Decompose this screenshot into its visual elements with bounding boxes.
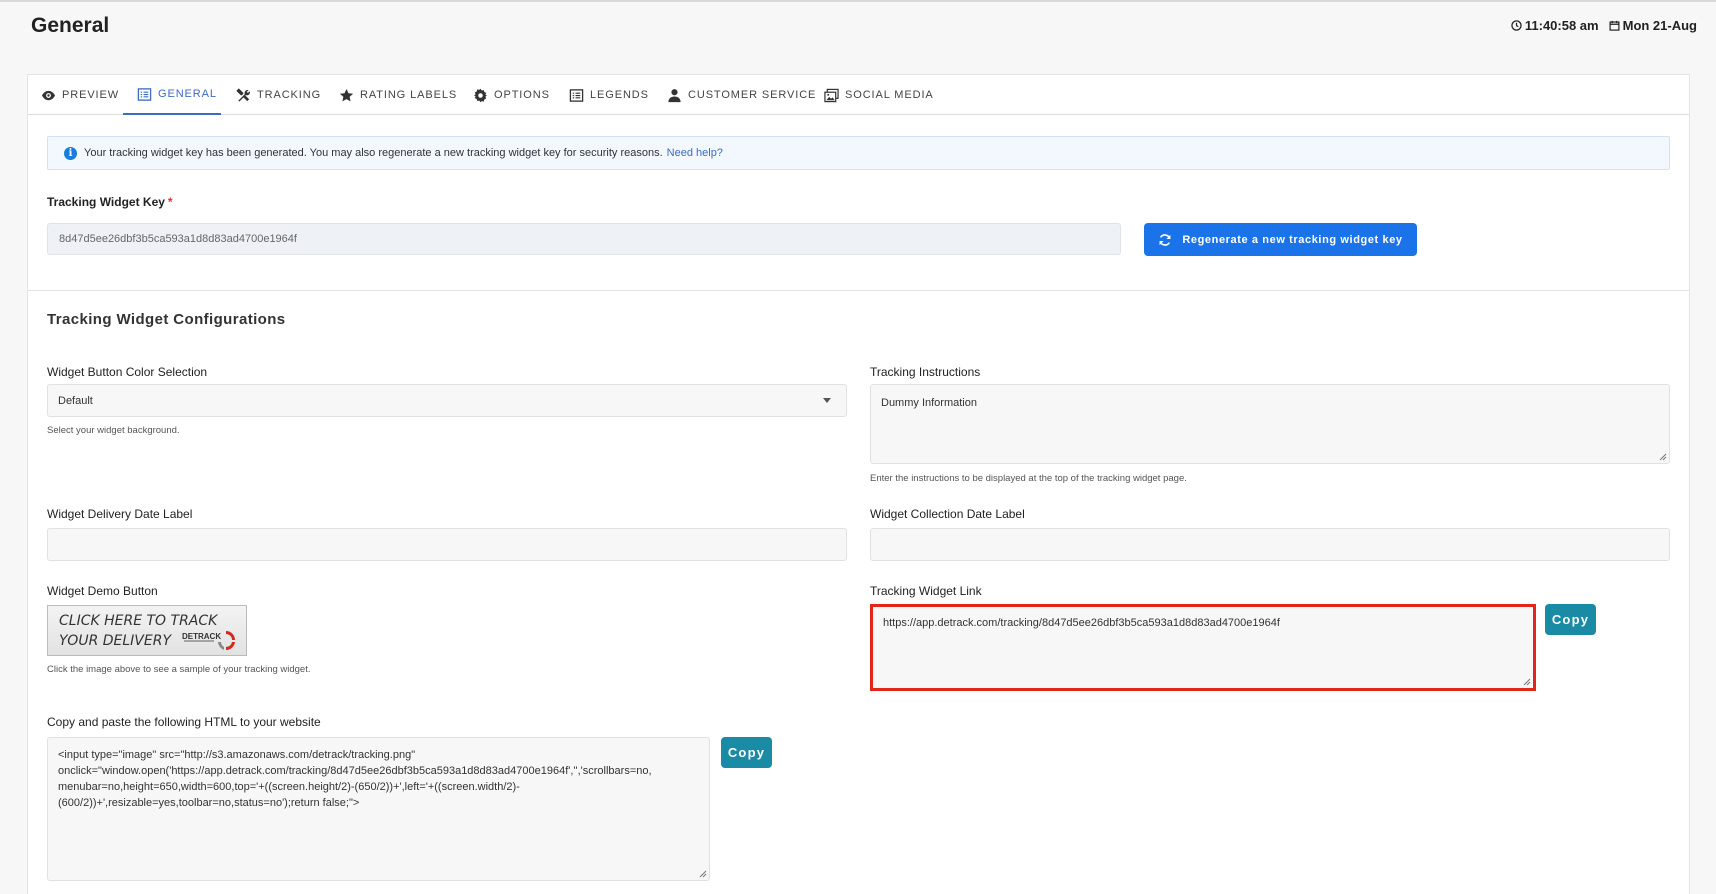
instructions-textarea[interactable]: Dummy Information: [870, 384, 1670, 464]
required-mark: *: [167, 195, 173, 209]
instructions-label: Tracking Instructions: [870, 365, 981, 379]
html-code-textarea[interactable]: <input type="image" src="http://s3.amazo…: [47, 737, 710, 881]
instructions-value: Dummy Information: [881, 397, 977, 409]
tab-label: OPTIONS: [494, 89, 550, 101]
datetime-display: 11:40:58 am Mon 21-Aug: [1511, 18, 1697, 33]
tab-label: PREVIEW: [62, 89, 120, 101]
tab-label: SOCIAL MEDIA: [845, 89, 934, 101]
user-icon: [668, 88, 681, 102]
demo-button-label: Widget Demo Button: [47, 584, 158, 598]
tab-social-media[interactable]: SOCIAL MEDIA: [822, 75, 936, 115]
demo-button-help: Click the image above to see a sample of…: [47, 664, 311, 675]
resize-handle-icon[interactable]: [699, 870, 707, 878]
widget-key-field[interactable]: 8d47d5ee26dbf3b5ca593a1d8d83ad4700e1964f: [47, 223, 1121, 255]
svg-text:DETRACK: DETRACK: [182, 632, 221, 641]
button-color-label: Widget Button Color Selection: [47, 365, 208, 379]
eye-icon: [41, 90, 56, 100]
info-alert: i Your tracking widget key has been gene…: [47, 136, 1670, 170]
info-icon: i: [64, 146, 77, 160]
demo-line-2: YOUR DELIVERY: [59, 633, 172, 649]
refresh-icon: [1159, 233, 1171, 246]
collection-date-input[interactable]: [870, 528, 1670, 561]
html-code-value: <input type="image" src="http://s3.amazo…: [58, 749, 652, 809]
tools-icon: [236, 87, 250, 102]
resize-handle-icon[interactable]: [1523, 678, 1531, 686]
current-date: Mon 21-Aug: [1622, 18, 1697, 33]
tab-general[interactable]: GENERAL: [123, 75, 221, 115]
chevron-down-icon: [823, 398, 831, 403]
tab-tracking[interactable]: TRACKING: [234, 75, 323, 115]
resize-handle-icon[interactable]: [1659, 453, 1667, 461]
widget-link-value: https://app.detrack.com/tracking/8d47d5e…: [883, 617, 1280, 629]
tab-label: LEGENDS: [590, 89, 649, 101]
copy-link-button[interactable]: Copy: [1545, 604, 1596, 635]
delivery-date-label: Widget Delivery Date Label: [47, 507, 193, 521]
gear-icon: [474, 88, 487, 102]
tab-options[interactable]: OPTIONS: [471, 75, 552, 115]
key-label-row: Tracking Widget Key *: [47, 195, 173, 209]
tab-label: CUSTOMER SERVICE: [688, 89, 817, 101]
calendar-icon: [1609, 20, 1620, 31]
config-section-title: Tracking Widget Configurations: [47, 311, 286, 328]
alert-text: Your tracking widget key has been genera…: [84, 147, 663, 159]
clock-icon: [1511, 20, 1522, 31]
settings-card: PREVIEW GENERAL TRACKING RATING LABELS O…: [27, 74, 1690, 894]
instructions-help: Enter the instructions to be displayed a…: [870, 473, 1187, 484]
top-border: [0, 0, 1716, 2]
tab-label: RATING LABELS: [360, 89, 458, 101]
demo-line-1: CLICK HERE TO TRACK: [59, 613, 218, 629]
tab-preview[interactable]: PREVIEW: [39, 75, 121, 115]
current-time: 11:40:58 am: [1524, 18, 1599, 33]
need-help-link[interactable]: Need help?: [667, 147, 723, 159]
widget-link-textarea[interactable]: https://app.detrack.com/tracking/8d47d5e…: [873, 607, 1533, 688]
button-color-value: Default: [58, 394, 93, 407]
tab-label: GENERAL: [158, 88, 217, 100]
regenerate-label: Regenerate a new tracking widget key: [1182, 233, 1403, 246]
tab-customer-service[interactable]: CUSTOMER SERVICE: [665, 75, 818, 115]
images-icon: [824, 88, 839, 102]
detrack-logo: DETRACK: [182, 631, 235, 651]
button-color-select[interactable]: Default: [47, 384, 847, 417]
tab-bar: PREVIEW GENERAL TRACKING RATING LABELS O…: [28, 75, 1689, 115]
widget-link-label: Tracking Widget Link: [870, 584, 982, 598]
collection-date-label: Widget Collection Date Label: [870, 507, 1025, 521]
tab-label: TRACKING: [257, 89, 322, 101]
copy-html-button[interactable]: Copy: [721, 737, 772, 768]
list-icon: [137, 87, 152, 101]
button-color-help: Select your widget background.: [47, 425, 180, 436]
delivery-date-input[interactable]: [47, 528, 847, 561]
regenerate-key-button[interactable]: Regenerate a new tracking widget key: [1144, 223, 1417, 256]
tab-legends[interactable]: LEGENDS: [567, 75, 651, 115]
widget-link-highlight: https://app.detrack.com/tracking/8d47d5e…: [870, 604, 1536, 691]
star-icon: [339, 88, 354, 101]
demo-track-button[interactable]: CLICK HERE TO TRACK YOUR DELIVERY DETRAC…: [47, 605, 247, 656]
tab-rating-labels[interactable]: RATING LABELS: [337, 75, 459, 115]
key-label: Tracking Widget Key: [47, 195, 165, 209]
list-icon: [569, 88, 584, 102]
page-title: General: [31, 14, 110, 37]
html-code-label: Copy and paste the following HTML to you…: [47, 715, 321, 729]
section-divider: [28, 290, 1689, 291]
